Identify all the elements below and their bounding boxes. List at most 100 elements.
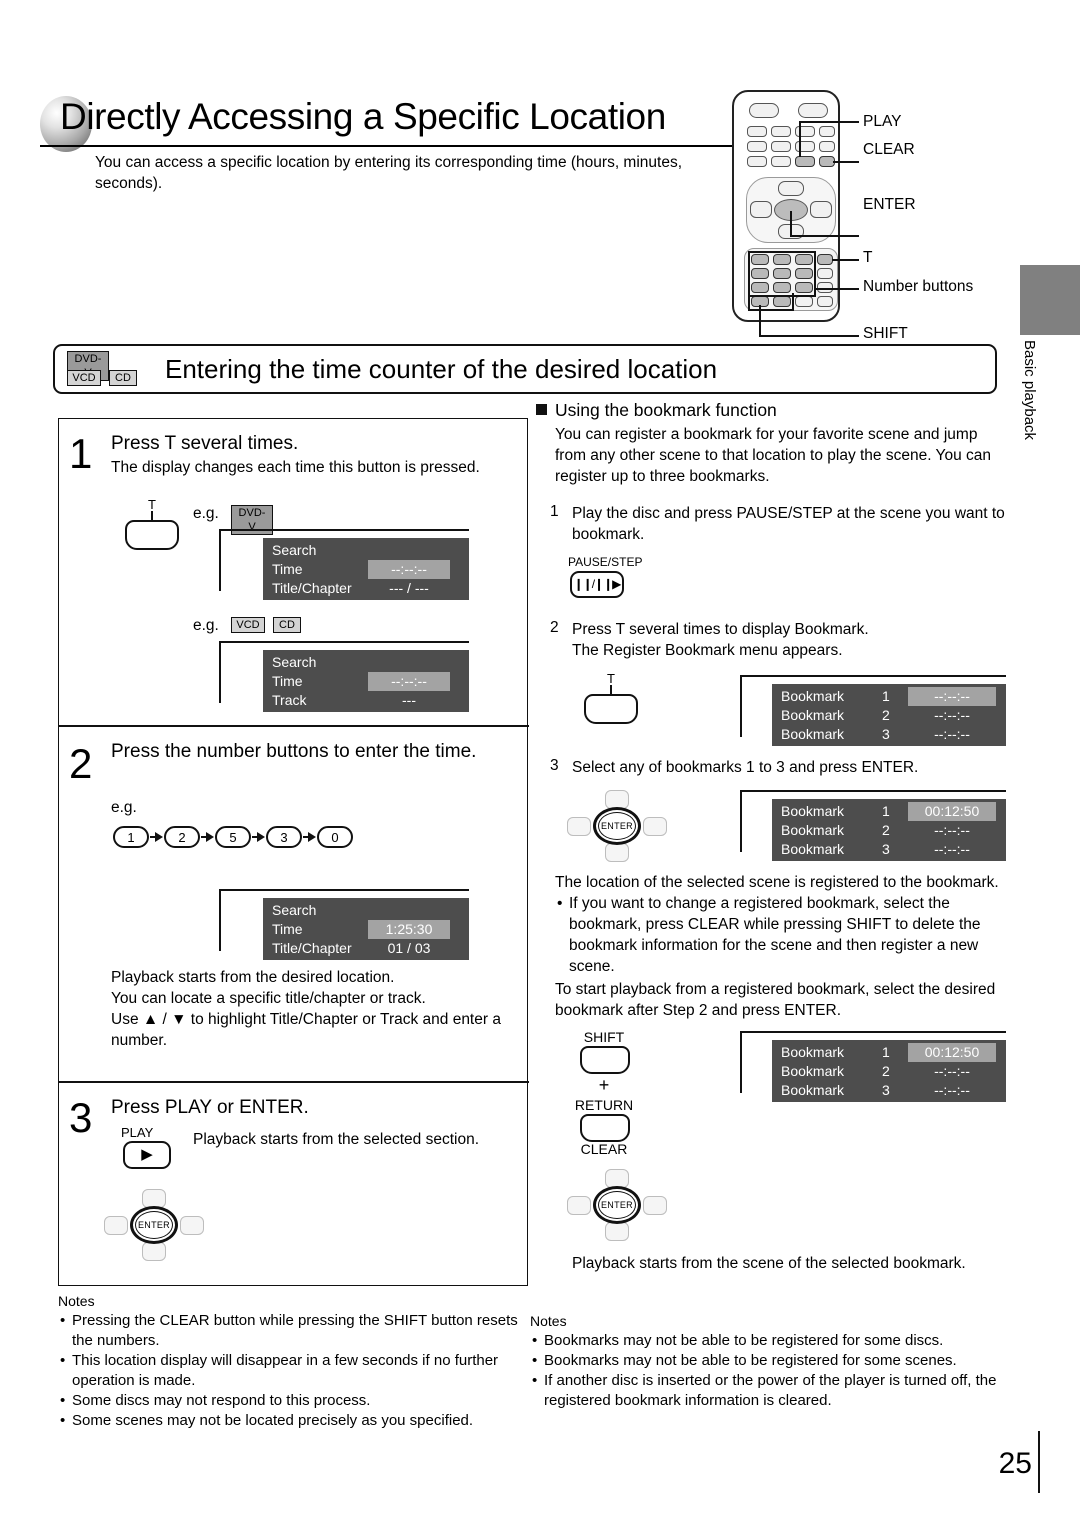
return-label: RETURN <box>574 1097 634 1113</box>
callout-play: PLAY <box>863 113 902 130</box>
osd-row-label: Bookmark <box>781 1044 845 1060</box>
step-2-heading: Press the number buttons to enter the ti… <box>111 741 477 762</box>
page-title: Directly Accessing a Specific Location <box>60 96 666 137</box>
remote-dpad-left <box>750 201 772 218</box>
remote-key-side2 <box>817 268 833 279</box>
osd-bookmark-final: Bookmark 1 00:12:50 Bookmark 2 --:--:-- … <box>740 1031 1006 1102</box>
osd-bookmark-row: Bookmark 3 --:--:-- <box>772 1081 1006 1100</box>
note-item: This location display will disappear in … <box>58 1351 528 1391</box>
dpad-right-button <box>643 817 667 836</box>
bookmark-step-1: 1 Play the disc and press PAUSE/STEP at … <box>536 503 1006 545</box>
procedure-divider-1 <box>59 725 529 727</box>
note-item: If another disc is inserted or the power… <box>530 1371 1008 1411</box>
osd-bookmark-row: Bookmark 2 --:--:-- <box>772 1062 1006 1081</box>
osd-row-index: 3 <box>882 841 890 857</box>
bookmark-step-3-graphics: ENTER Bookmark 1 00:12:50 Bookmark 2 --:… <box>536 788 1006 868</box>
bookmark-step-2: 2 Press T several times to display Bookm… <box>536 619 1006 661</box>
osd-row-index: 2 <box>882 1063 890 1079</box>
remote-key-r1c3 <box>795 126 815 137</box>
section-title: Entering the time counter of the desired… <box>165 354 718 384</box>
osd-frame-top <box>219 889 469 891</box>
remote-dpad-up <box>778 181 804 196</box>
osd-row-time: Time --:--:-- <box>263 560 469 579</box>
step-1-eg-badge-vcd: VCD <box>231 617 265 633</box>
osd-row-value: 00:12:50 <box>908 1043 996 1062</box>
step-3-heading: Press PLAY or ENTER. <box>111 1097 309 1118</box>
right-notes-title: Notes <box>530 1313 567 1329</box>
osd-row-value: --- / --- <box>389 580 429 596</box>
osd-row-label: Time <box>272 921 303 937</box>
osd-row-index: 1 <box>882 1044 890 1060</box>
step-1-eg-label-2: e.g. <box>193 617 219 634</box>
number-key-0: 0 <box>317 826 353 848</box>
osd-title-row: Search <box>263 901 469 920</box>
dpad-left-button <box>567 817 591 836</box>
note-item: If you want to change a registered bookm… <box>555 893 1006 977</box>
bookmark-intro: You can register a bookmark for your fav… <box>555 426 992 485</box>
number-buttons-highlight-box <box>748 251 816 297</box>
osd-bookmark-row: Bookmark 3 --:--:-- <box>772 840 1006 859</box>
page-title-block: Directly Accessing a Specific Location Y… <box>40 92 740 192</box>
step-1-heading: Press T several times. <box>111 433 299 454</box>
step-1-eg-badge-cd: CD <box>273 617 301 633</box>
callout-t: T <box>863 249 873 266</box>
remote-control-illustration: PLAY CLEAR ENTER T Number buttons SHIFT <box>720 85 1040 342</box>
bookmark-step-1-text: Play the disc and press PAUSE/STEP at th… <box>572 505 1005 543</box>
note-item: Bookmarks may not be able to be register… <box>530 1331 1008 1351</box>
key-arrow-2 <box>206 832 214 842</box>
pause-step-button-group: PAUSE/STEP ❙❙/❙❙▶ <box>536 555 1006 609</box>
key-arrow-1 <box>155 832 163 842</box>
osd-row-label: Bookmark <box>781 688 845 704</box>
square-bullet-icon <box>536 404 547 415</box>
osd-bookmark-row: Bookmark 2 --:--:-- <box>772 821 1006 840</box>
remote-key-side4 <box>795 296 813 307</box>
note-item: Some scenes may not be located precisely… <box>58 1411 528 1431</box>
step-1-eg-label-1: e.g. <box>193 505 219 522</box>
osd-frame-left <box>740 1031 742 1093</box>
osd-row-label: Bookmark <box>781 726 845 742</box>
osd-panel: Search Time 1:25:30 Title/Chapter 01 / 0… <box>263 898 469 960</box>
dpad-right-button <box>180 1216 204 1235</box>
step-2-number: 2 <box>69 740 93 787</box>
osd-row-label: Track <box>272 692 307 708</box>
note-item: Bookmarks may not be able to be register… <box>530 1351 1008 1371</box>
osd-row-track: Track --- <box>263 691 469 710</box>
remote-key-r2c1 <box>747 141 767 152</box>
dpad-down-button <box>605 843 629 862</box>
callout-enter: ENTER <box>863 196 916 213</box>
number-key-5: 5 <box>215 826 251 848</box>
side-tab-label: Basic playback <box>1021 340 1038 441</box>
leader-number-buttons <box>815 288 859 290</box>
osd-panel: Search Time --:--:-- Track --- <box>263 650 469 712</box>
pause-step-label: PAUSE/STEP <box>568 555 643 569</box>
enter-dpad-cluster-3: ENTER <box>562 1169 672 1241</box>
osd-bookmark-register: Bookmark 1 --:--:-- Bookmark 2 --:--:-- … <box>740 675 1006 746</box>
bookmark-step-2-number: 2 <box>550 619 559 636</box>
osd-frame-top <box>740 1031 1006 1033</box>
osd-frame-top <box>219 529 469 531</box>
osd-row-index: 2 <box>882 707 890 723</box>
bookmark-heading-row: Using the bookmark function <box>536 398 1006 422</box>
osd-row-label: Bookmark <box>781 1082 845 1098</box>
osd-row-value: --:--:-- <box>934 841 970 857</box>
shift-highlight-box <box>748 293 794 311</box>
osd-row-time: Time 1:25:30 <box>263 920 469 939</box>
step-1-body: The display changes each time this butto… <box>111 459 480 476</box>
osd-bookmark-registered: Bookmark 1 00:12:50 Bookmark 2 --:--:-- … <box>740 790 1006 861</box>
left-notes: Notes Pressing the CLEAR button while pr… <box>58 1292 528 1431</box>
osd-title: Search <box>272 654 317 670</box>
osd-frame-top <box>740 790 1006 792</box>
remote-key-t <box>817 254 833 265</box>
title-underline <box>40 145 740 147</box>
osd-row-value: --:--:-- <box>934 822 970 838</box>
osd-row-label: Title/Chapter <box>272 940 352 956</box>
osd-row-index: 3 <box>882 1082 890 1098</box>
osd-row-value: 00:12:50 <box>908 802 996 821</box>
t-button-label-2: T <box>607 671 615 686</box>
bookmark-step-2-text: Press T several times to display Bookmar… <box>572 621 869 659</box>
osd-row-label: Title/Chapter <box>272 580 352 596</box>
shift-clear-combo-graphics: SHIFT + RETURN CLEAR ENTER Bookmark 1 00… <box>536 1029 1006 1259</box>
osd-row-value: --:--:-- <box>934 707 970 723</box>
leader-shift-h <box>759 335 859 337</box>
dpad-enter-label: ENTER <box>135 1211 173 1239</box>
